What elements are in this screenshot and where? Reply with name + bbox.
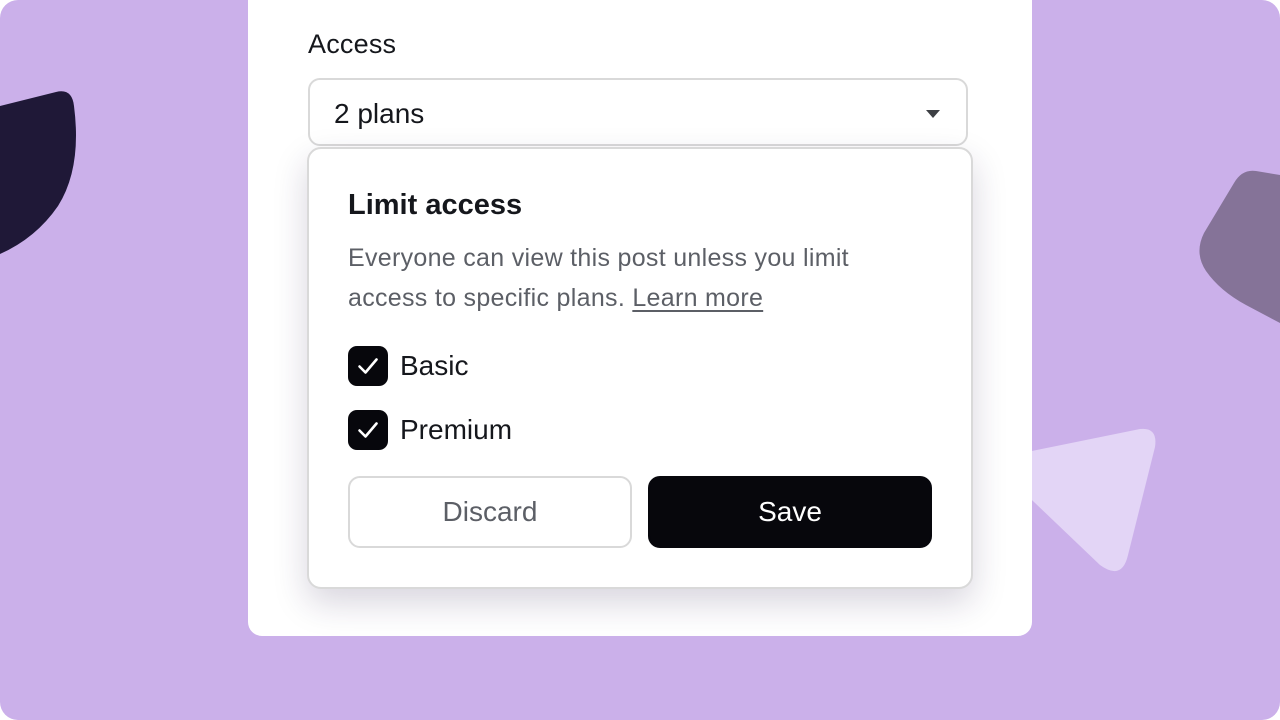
- access-select[interactable]: 2 plans: [308, 78, 968, 146]
- save-button[interactable]: Save: [648, 476, 932, 548]
- popover-description: Everyone can view this post unless you l…: [348, 238, 928, 318]
- caret-down-icon: [926, 110, 940, 118]
- checkbox-basic[interactable]: [348, 346, 388, 386]
- learn-more-link[interactable]: Learn more: [632, 284, 763, 312]
- option-label: Premium: [400, 414, 513, 445]
- checkmark-icon: [358, 422, 378, 438]
- discard-button[interactable]: Discard: [348, 476, 632, 548]
- limit-access-popover: Limit access Everyone can view this post…: [307, 147, 973, 589]
- option-label: Basic: [400, 350, 469, 381]
- background-canvas: Access 2 plans Limit access Everyone can…: [0, 0, 1280, 720]
- checkmark-icon: [358, 358, 378, 374]
- checkbox-premium[interactable]: [348, 410, 388, 450]
- popover-title: Limit access: [348, 189, 523, 221]
- plan-option-basic[interactable]: Basic: [348, 346, 468, 386]
- popover-description-text: Everyone can view this post unless you l…: [348, 244, 849, 312]
- plan-option-premium[interactable]: Premium: [348, 410, 512, 450]
- access-select-value: 2 plans: [334, 98, 425, 129]
- decorative-mauve-shape: [1199, 170, 1280, 323]
- decorative-dark-blob: [0, 91, 76, 254]
- access-label: Access: [308, 29, 397, 59]
